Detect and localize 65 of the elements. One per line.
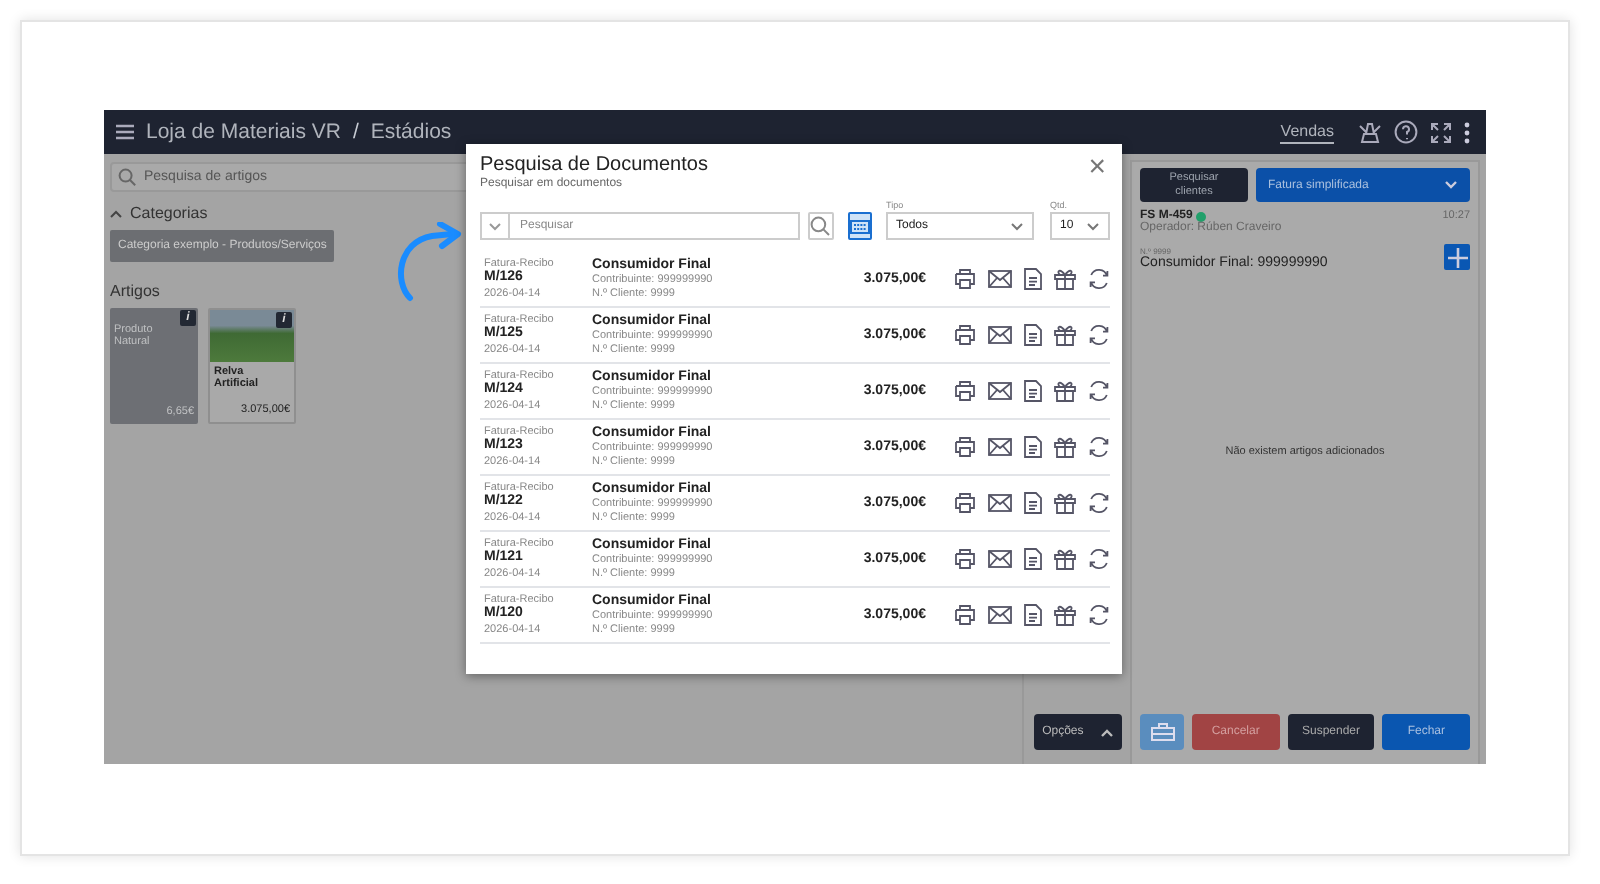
document-icon[interactable] xyxy=(1024,380,1042,402)
plus-icon xyxy=(1447,247,1467,267)
gift-icon[interactable] xyxy=(1054,324,1076,346)
fullscreen-icon[interactable] xyxy=(1430,121,1452,143)
document-icon[interactable] xyxy=(1024,436,1042,458)
status-dot-icon xyxy=(1196,211,1207,221)
keyboard-button[interactable] xyxy=(847,212,872,240)
refresh-icon[interactable] xyxy=(1088,548,1110,570)
close-button[interactable]: × xyxy=(1084,154,1110,178)
mail-icon[interactable] xyxy=(988,438,1012,456)
refresh-icon[interactable] xyxy=(1088,380,1110,402)
print-icon[interactable] xyxy=(954,604,976,626)
categories-heading: Categorias xyxy=(130,204,208,222)
mail-icon[interactable] xyxy=(988,606,1012,624)
mail-icon[interactable] xyxy=(988,382,1012,400)
print-icon[interactable] xyxy=(954,492,976,514)
document-icon[interactable] xyxy=(1024,604,1042,626)
refresh-icon[interactable] xyxy=(1088,268,1110,290)
document-icon[interactable] xyxy=(1024,548,1042,570)
gift-icon[interactable] xyxy=(1054,380,1076,402)
refresh-icon[interactable] xyxy=(1088,492,1110,514)
search-icon xyxy=(118,168,136,186)
chevron-icon xyxy=(488,222,502,232)
mail-icon[interactable] xyxy=(988,270,1012,288)
search-icon xyxy=(810,216,831,236)
dialog-title: Pesquisa de Documentos xyxy=(480,154,708,176)
gift-icon[interactable] xyxy=(1054,268,1076,290)
mail-icon[interactable] xyxy=(988,494,1012,512)
toolbox-icon xyxy=(1149,722,1175,742)
drawer-button[interactable] xyxy=(1140,714,1184,750)
print-icon[interactable] xyxy=(954,548,976,570)
print-icon[interactable] xyxy=(954,268,976,290)
add-button[interactable] xyxy=(1444,244,1470,270)
chevron-icon xyxy=(1086,221,1100,231)
photo-placeholder xyxy=(210,310,294,362)
caret-icon xyxy=(1099,727,1114,737)
refresh-icon[interactable] xyxy=(1088,604,1110,626)
document-icon[interactable] xyxy=(1024,268,1042,290)
more-icon[interactable] xyxy=(1464,121,1470,143)
print-icon[interactable] xyxy=(954,436,976,458)
print-icon[interactable] xyxy=(954,380,976,402)
refresh-icon[interactable] xyxy=(1088,436,1110,458)
search-button[interactable] xyxy=(808,212,833,240)
chevron-icon[interactable] xyxy=(110,209,122,217)
print-icon[interactable] xyxy=(954,324,976,346)
mail-icon[interactable] xyxy=(988,550,1012,568)
store-title: Loja de Materiais VR xyxy=(146,120,341,144)
curved-arrow-icon xyxy=(392,222,464,302)
gift-icon[interactable] xyxy=(1054,436,1076,458)
chevron-icon xyxy=(1444,180,1458,190)
gift-icon[interactable] xyxy=(1054,548,1076,570)
help-icon[interactable] xyxy=(1394,120,1418,144)
mail-icon[interactable] xyxy=(988,326,1012,344)
document-icon[interactable] xyxy=(1024,324,1042,346)
document-icon[interactable] xyxy=(1024,492,1042,514)
chevron-icon xyxy=(1010,221,1024,231)
breadcrumb-separator: / xyxy=(352,120,359,144)
nav-tab[interactable]: Vendas xyxy=(1280,121,1334,143)
articles-heading: Artigos xyxy=(110,282,160,300)
menu-icon[interactable] xyxy=(116,124,134,140)
keyboard-icon xyxy=(849,219,870,233)
store-subtitle: Estádios xyxy=(370,120,452,144)
refresh-icon[interactable] xyxy=(1088,324,1110,346)
gift-icon[interactable] xyxy=(1054,492,1076,514)
gift-icon[interactable] xyxy=(1054,604,1076,626)
